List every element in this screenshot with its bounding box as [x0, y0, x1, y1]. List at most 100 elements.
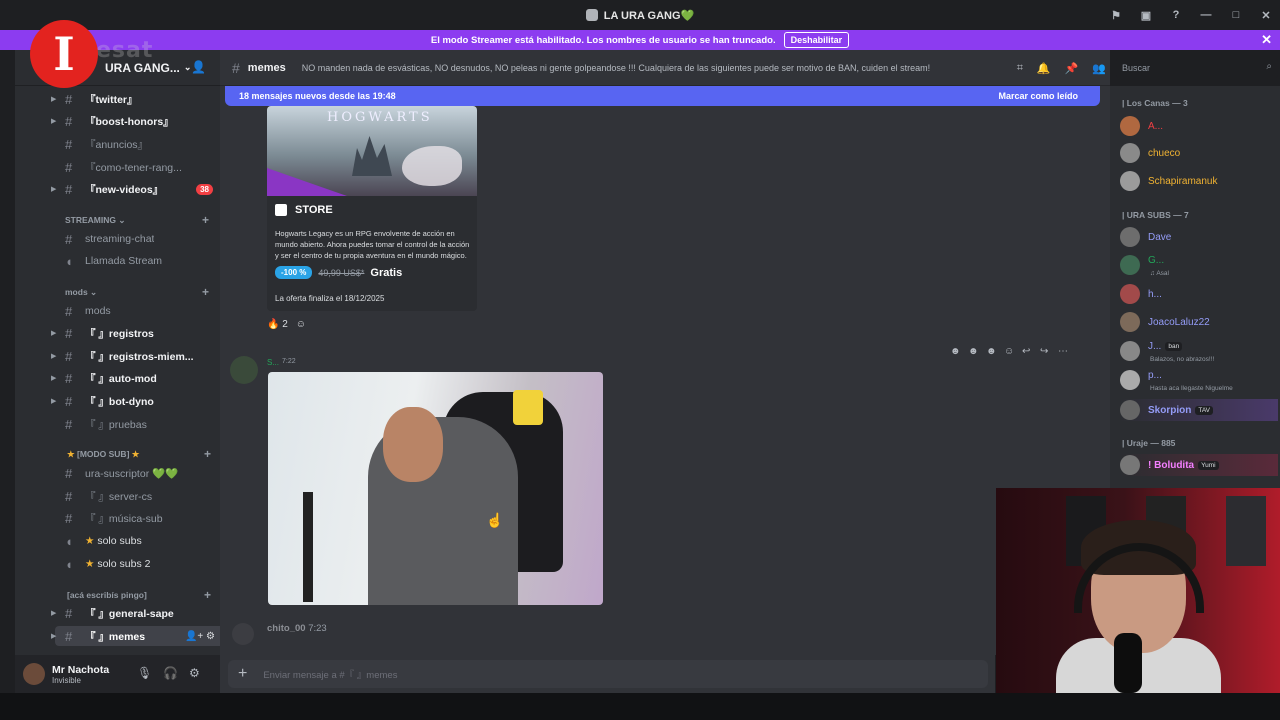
- add-channel-icon[interactable]: +: [204, 588, 211, 602]
- member-tag: Yumi: [1198, 460, 1219, 470]
- voice-channel-item[interactable]: ◖ ★ solo subs 2: [55, 554, 225, 574]
- message-author[interactable]: S...: [267, 358, 279, 367]
- collapse-arrow-icon: ▶: [51, 353, 57, 360]
- new-messages-bar[interactable]: 18 mensajes nuevos desde las 19:48 Marca…: [225, 86, 1100, 106]
- channel-topic[interactable]: NO manden nada de esvásticas, NO desnudo…: [302, 63, 952, 73]
- message-author[interactable]: chito_00: [267, 623, 306, 634]
- hash-icon: #: [65, 628, 73, 644]
- member-item[interactable]: J... ban Balazos, no abrazos!!!: [1120, 340, 1278, 363]
- channel-item-memes[interactable]: ▶ # 『 』memes 👤+ ⚙: [51, 626, 225, 646]
- hash-icon: #: [65, 325, 73, 341]
- voice-channel-item[interactable]: ◖ ★ solo subs: [55, 531, 225, 551]
- reaction-emoji-icon[interactable]: ☻: [950, 346, 962, 357]
- channel-item[interactable]: ▶ # 『new-videos』 38: [51, 179, 225, 199]
- channel-item[interactable]: # streaming-chat: [55, 229, 225, 249]
- inbox-icon[interactable]: ⚑: [1108, 9, 1124, 22]
- member-item[interactable]: JoacoLaluz22: [1120, 311, 1278, 333]
- threads-icon[interactable]: ⌗: [1017, 62, 1023, 75]
- close-icon[interactable]: ✕: [1258, 9, 1274, 22]
- window-controls: ⚑ ▣ ? — □ ✕: [1108, 0, 1274, 30]
- avatar[interactable]: [23, 663, 45, 685]
- mark-as-read-button[interactable]: Marcar como leído: [998, 91, 1078, 101]
- category-pingo[interactable]: [acá escribís pingo] +: [67, 588, 227, 602]
- channel-item[interactable]: # 『 』música-sub: [55, 508, 225, 528]
- member-item[interactable]: G... ♫ Asal: [1120, 254, 1278, 277]
- member-item[interactable]: Dave: [1120, 226, 1278, 248]
- channel-item[interactable]: ▶ # 『 』registros-miem...: [51, 346, 225, 366]
- channel-settings-icon[interactable]: 👤+ ⚙: [185, 631, 215, 642]
- bell-icon[interactable]: 🔔: [1037, 62, 1051, 75]
- disable-streamer-button[interactable]: Deshabilitar: [783, 32, 850, 48]
- member-item[interactable]: h...: [1120, 283, 1278, 305]
- reply-icon[interactable]: ↩: [1022, 346, 1034, 357]
- hash-icon: #: [65, 605, 73, 621]
- search-input[interactable]: Buscar ⌕: [1116, 58, 1278, 78]
- reactions: 🔥 2 ☺: [267, 319, 306, 330]
- channel-item[interactable]: ▶ # 『boost-honors』: [51, 111, 225, 131]
- channel-item[interactable]: # 『 』server-cs: [55, 486, 225, 506]
- message-toolbar: ☻ ☻ ☻ ☺ ↩ ↪ ⋯: [950, 346, 1070, 357]
- channel-name: memes: [247, 61, 286, 74]
- avatar[interactable]: [230, 356, 258, 384]
- hash-icon: #: [65, 416, 73, 432]
- avatar[interactable]: [232, 623, 254, 645]
- channel-item[interactable]: # 『como-tener-rang...: [55, 157, 225, 177]
- banner-close-icon[interactable]: ✕: [1261, 32, 1272, 48]
- member-item[interactable]: chueco: [1120, 142, 1278, 164]
- more-icon[interactable]: ⋯: [1058, 346, 1070, 357]
- voice-channel-item[interactable]: ◖ Llamada Stream: [55, 251, 225, 271]
- member-item[interactable]: Skorpion TAV: [1120, 399, 1278, 421]
- channel-item[interactable]: ▶ # 『 』registros: [51, 323, 225, 343]
- member-item[interactable]: A...: [1120, 115, 1278, 137]
- channel-item[interactable]: # 『anuncios』: [55, 134, 225, 154]
- pin-icon[interactable]: 📌: [1065, 62, 1079, 75]
- add-reaction-icon[interactable]: ☺: [1004, 346, 1016, 357]
- hash-icon: #: [65, 465, 73, 481]
- hash-icon: #: [65, 113, 73, 129]
- reaction-emoji-icon[interactable]: ☻: [986, 346, 998, 357]
- invite-people-icon[interactable]: 👤: [191, 60, 206, 74]
- user-info[interactable]: Mr Nachota Invisible: [45, 664, 109, 685]
- channel-item[interactable]: ▶ # 『twitter』: [51, 89, 225, 109]
- reaction[interactable]: 🔥 2: [267, 319, 288, 330]
- channel-item[interactable]: ▶ # 『 』general-sape: [51, 603, 225, 623]
- message-list[interactable]: 18 mensajes nuevos desde las 19:48 Marca…: [220, 86, 1110, 655]
- microphone-icon[interactable]: 🎙: [137, 666, 152, 680]
- reaction-emoji-icon[interactable]: ☻: [968, 346, 980, 357]
- member-activity: Balazos, no abrazos!!!: [1150, 356, 1215, 363]
- collapse-arrow-icon: ▶: [51, 186, 57, 193]
- message-input[interactable]: + Enviar mensaje a #『 』memes: [228, 660, 988, 688]
- attach-icon[interactable]: +: [238, 665, 247, 683]
- message-image[interactable]: ☝: [268, 372, 603, 605]
- category-sub[interactable]: ★ [MODO SUB] ★ +: [67, 447, 227, 461]
- app-icon: [585, 9, 598, 21]
- channel-item[interactable]: ▶ # 『 』auto-mod: [51, 368, 225, 388]
- gear-icon[interactable]: ⚙: [189, 666, 200, 680]
- add-channel-icon[interactable]: +: [204, 447, 211, 461]
- category-mods[interactable]: mods ⌄ +: [65, 285, 225, 299]
- help-icon[interactable]: ?: [1168, 9, 1184, 21]
- screen-icon[interactable]: ▣: [1138, 9, 1154, 22]
- maximize-icon[interactable]: □: [1228, 9, 1244, 21]
- member-item[interactable]: ! Boludita Yumi: [1120, 454, 1278, 476]
- add-channel-icon[interactable]: +: [202, 285, 209, 299]
- reaction-emoji: 🔥: [267, 319, 280, 330]
- add-reaction-icon[interactable]: ☺: [296, 319, 306, 330]
- avatar: [1120, 227, 1140, 247]
- channel-item[interactable]: # ura-suscriptor 💚💚: [55, 463, 225, 483]
- embed-image[interactable]: HOGWARTS: [267, 106, 477, 196]
- channel-item[interactable]: # 『 』pruebas: [55, 414, 225, 434]
- minimize-icon[interactable]: —: [1198, 9, 1214, 21]
- headphones-icon[interactable]: 🎧: [163, 666, 178, 680]
- channel-item[interactable]: ▶ # 『 』bot-dyno: [51, 391, 225, 411]
- members-icon[interactable]: 👥: [1092, 62, 1106, 75]
- store-icon: [275, 204, 287, 216]
- channel-item[interactable]: # mods: [55, 301, 225, 321]
- add-channel-icon[interactable]: +: [202, 213, 209, 227]
- member-item[interactable]: Schapiramanuk: [1120, 170, 1278, 192]
- search-icon: ⌕: [1266, 61, 1272, 72]
- forward-icon[interactable]: ↪: [1040, 346, 1052, 357]
- channel-label: mods: [85, 305, 111, 317]
- category-streaming[interactable]: STREAMING ⌄ +: [65, 213, 225, 227]
- member-item[interactable]: p... Hasta aca llegaste Niguelme: [1120, 369, 1278, 392]
